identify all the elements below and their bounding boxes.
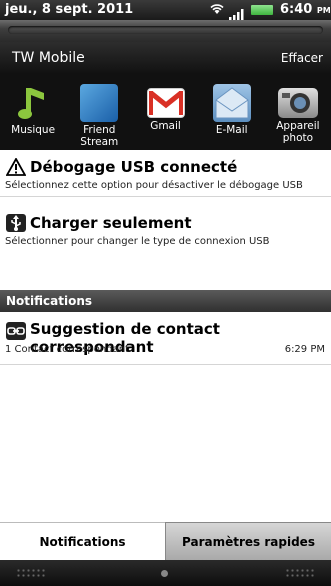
app-label: E-Mail bbox=[215, 124, 248, 136]
status-bar: jeu., 8 sept. 2011 6:40 PM bbox=[0, 0, 331, 20]
tab-quick-settings[interactable]: Paramètres rapides bbox=[165, 522, 331, 560]
notification-time: 6:29 PM bbox=[284, 344, 325, 355]
notification-header: TW Mobile Effacer bbox=[0, 42, 331, 74]
notification-title: Charger seulement bbox=[30, 214, 192, 232]
pull-down-handle[interactable] bbox=[0, 20, 331, 42]
wifi-icon bbox=[209, 2, 225, 18]
notification-title: Débogage USB connecté bbox=[30, 158, 238, 176]
notification-subtitle: Sélectionnez cette option pour désactive… bbox=[5, 180, 303, 191]
usb-debug-notification[interactable]: Débogage USB connecté Sélectionnez cette… bbox=[0, 150, 331, 197]
page-indicator-dot bbox=[161, 570, 168, 577]
battery-icon bbox=[251, 5, 273, 15]
friend-stream-icon bbox=[80, 84, 119, 122]
clear-button[interactable]: Effacer bbox=[281, 51, 323, 65]
panel-tabs: Notifications Paramètres rapides bbox=[0, 522, 331, 560]
app-friend-stream[interactable]: Friend Stream bbox=[66, 74, 132, 150]
app-label: Musique bbox=[11, 124, 56, 136]
contact-link-icon bbox=[6, 322, 26, 340]
app-label: Gmail bbox=[150, 120, 181, 132]
status-date: jeu., 8 sept. 2011 bbox=[5, 2, 134, 17]
notification-subtitle: 1 Contact correspondant bbox=[5, 344, 129, 355]
app-email[interactable]: E-Mail bbox=[199, 74, 265, 150]
camera-icon bbox=[277, 88, 318, 118]
usb-charge-notification[interactable]: Charger seulement Sélectionner pour chan… bbox=[0, 206, 331, 288]
warning-icon bbox=[5, 157, 27, 176]
tab-notifications[interactable]: Notifications bbox=[0, 522, 165, 560]
app-gmail[interactable]: Gmail bbox=[132, 74, 198, 150]
app-camera[interactable]: Appareil photo bbox=[265, 74, 331, 150]
notification-subtitle: Sélectionner pour changer le type de con… bbox=[5, 236, 270, 247]
grip-dots bbox=[16, 568, 46, 578]
signal-icon bbox=[229, 5, 245, 20]
email-envelope-icon bbox=[212, 84, 251, 122]
carrier-name: TW Mobile bbox=[12, 50, 85, 66]
grip-dots bbox=[285, 568, 315, 578]
notifications-section-header: Notifications bbox=[0, 290, 331, 312]
contact-suggestion-notification[interactable]: Suggestion de contact correspondant 1 Co… bbox=[0, 312, 331, 365]
app-label: Appareil photo bbox=[276, 120, 320, 144]
app-label: Friend Stream bbox=[80, 124, 119, 148]
app-music[interactable]: Musique bbox=[0, 74, 66, 150]
music-note-icon bbox=[14, 84, 52, 122]
recent-apps-bar: Musique Friend Stream Gmail E-Mail Appar… bbox=[0, 74, 331, 150]
status-time: 6:40 PM bbox=[280, 2, 331, 17]
usb-icon bbox=[6, 214, 26, 232]
notification-panel: Débogage USB connecté Sélectionnez cette… bbox=[0, 150, 331, 522]
bottom-drag-bar[interactable] bbox=[0, 560, 331, 586]
gmail-icon bbox=[146, 88, 185, 118]
